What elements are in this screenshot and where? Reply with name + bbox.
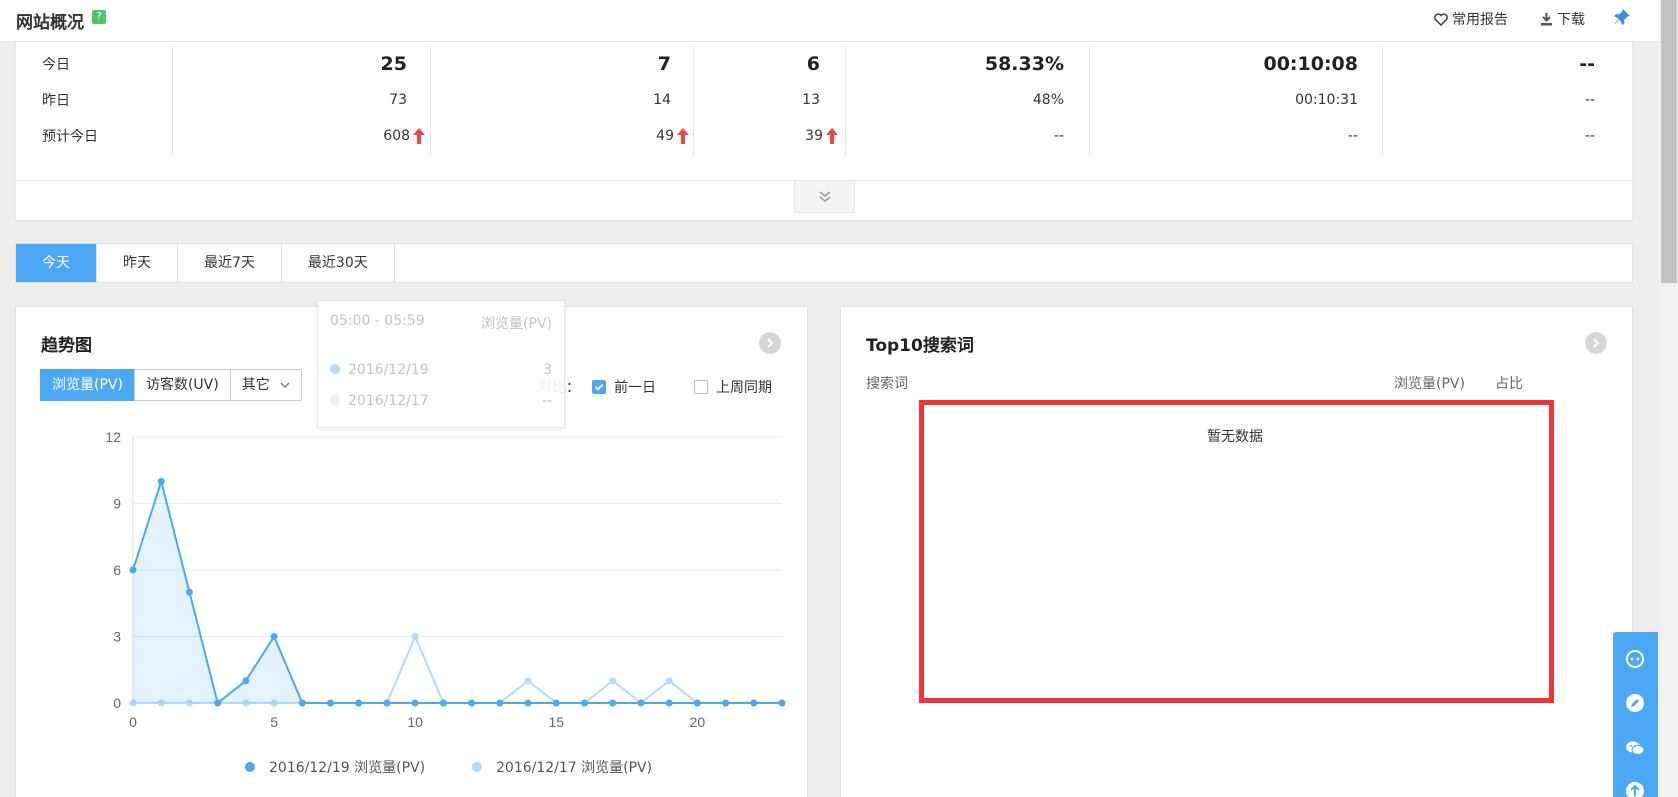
edit-icon[interactable] — [1624, 692, 1646, 714]
tooltip-value: -- — [541, 393, 552, 409]
data-point — [580, 699, 588, 707]
data-point — [411, 633, 419, 640]
data-point — [411, 699, 419, 707]
series-line — [132, 477, 782, 705]
back-to-top-icon[interactable] — [1624, 780, 1646, 797]
data-point — [722, 699, 730, 707]
top-search-title: Top10搜索词 — [866, 336, 974, 356]
y-tick-label: 6 — [113, 562, 121, 578]
data-point — [524, 677, 532, 685]
data-point — [129, 566, 137, 574]
column-header-keyword[interactable]: 搜索词 — [866, 373, 908, 393]
chevron-right-icon — [1593, 338, 1600, 348]
column-header-pv[interactable]: 浏览量(PV) — [1394, 373, 1465, 393]
data-point — [609, 677, 617, 685]
legend-item-current[interactable]: 2016/12/19 浏览量(PV) — [245, 757, 425, 777]
tooltip-header: 05:00 - 05:59 浏览量(PV) — [330, 313, 552, 333]
data-point — [778, 699, 786, 707]
customer-service-icon[interactable] — [1624, 648, 1646, 670]
data-point — [355, 699, 363, 707]
data-point — [693, 699, 701, 707]
series-area — [133, 481, 782, 703]
tooltip-dot — [330, 364, 340, 374]
data-point — [552, 699, 560, 707]
data-point — [665, 677, 673, 685]
tooltip-time: 05:00 - 05:59 — [330, 313, 425, 329]
y-tick-label: 9 — [113, 496, 121, 512]
legend-label: 2016/12/19 浏览量(PV) — [269, 760, 426, 776]
data-point — [242, 677, 250, 685]
data-point — [496, 699, 504, 707]
data-point — [609, 699, 617, 707]
data-point — [524, 699, 532, 707]
search-detail-button[interactable] — [1585, 332, 1607, 354]
data-point — [637, 699, 645, 707]
data-point — [270, 633, 278, 640]
tooltip-date: 2016/12/19 — [348, 362, 429, 378]
x-tick-label: 0 — [129, 714, 137, 730]
chart-tooltip: 05:00 - 05:59 浏览量(PV) 2016/12/19 3 2016/… — [317, 300, 565, 428]
data-point — [214, 699, 222, 707]
tooltip-row: 2016/12/19 3 — [330, 362, 552, 378]
data-point — [157, 477, 165, 485]
column-header-ratio[interactable]: 占比 — [1495, 373, 1523, 393]
data-point — [327, 699, 335, 707]
tooltip-dot — [330, 395, 340, 405]
y-tick-label: 3 — [113, 629, 121, 645]
legend-item-compare[interactable]: 2016/12/17 浏览量(PV) — [472, 757, 652, 777]
tooltip-row: 2016/12/17 -- — [330, 393, 552, 409]
tooltip-date: 2016/12/17 — [348, 393, 429, 409]
tooltip-metric: 浏览量(PV) — [481, 316, 552, 332]
wechat-icon[interactable] — [1624, 737, 1646, 759]
data-point — [750, 699, 758, 707]
data-point — [468, 699, 476, 707]
y-tick-label: 12 — [105, 429, 121, 445]
empty-state-text: 暂无数据 — [1207, 429, 1263, 445]
x-tick-label: 10 — [407, 714, 423, 730]
data-point — [383, 699, 391, 707]
x-tick-label: 20 — [690, 714, 706, 730]
legend-label: 2016/12/17 浏览量(PV) — [496, 760, 653, 776]
data-point — [298, 699, 306, 707]
legend-dot — [245, 762, 255, 772]
x-tick-label: 5 — [270, 714, 278, 730]
data-point — [665, 699, 673, 707]
legend-dot — [472, 762, 482, 772]
data-point — [185, 588, 193, 596]
y-tick-label: 0 — [113, 695, 121, 711]
data-point — [439, 699, 447, 707]
tooltip-value: 3 — [543, 362, 552, 378]
x-tick-label: 15 — [548, 714, 564, 730]
